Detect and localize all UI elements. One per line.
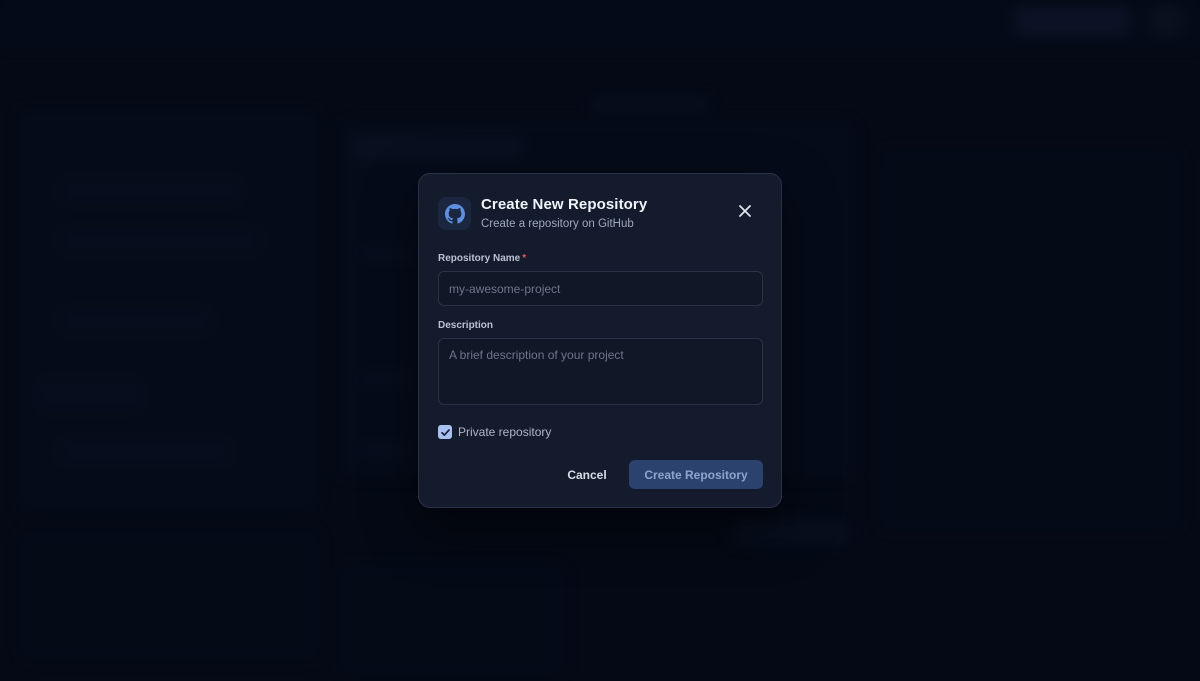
private-repository-label: Private repository <box>458 425 552 439</box>
required-indicator: * <box>522 253 527 264</box>
repository-name-label-text: Repository Name <box>438 253 521 264</box>
github-icon <box>438 197 471 230</box>
close-button[interactable] <box>736 202 754 220</box>
private-repository-option[interactable]: Private repository <box>438 424 551 440</box>
repository-name-input[interactable] <box>438 271 763 306</box>
close-icon <box>739 205 751 217</box>
dialog-header: Create New Repository Create a repositor… <box>438 196 762 236</box>
dialog-title: Create New Repository <box>481 196 648 213</box>
private-repository-checkbox[interactable] <box>438 425 452 439</box>
checkmark-icon <box>440 428 450 436</box>
description-textarea[interactable] <box>438 338 763 405</box>
description-label: Description <box>438 320 494 331</box>
create-repository-button[interactable]: Create Repository <box>629 460 763 489</box>
create-repository-dialog: Create New Repository Create a repositor… <box>418 173 782 508</box>
dialog-subtitle: Create a repository on GitHub <box>481 218 634 230</box>
repository-name-label: Repository Name * <box>438 253 526 264</box>
cancel-button[interactable]: Cancel <box>557 460 617 490</box>
